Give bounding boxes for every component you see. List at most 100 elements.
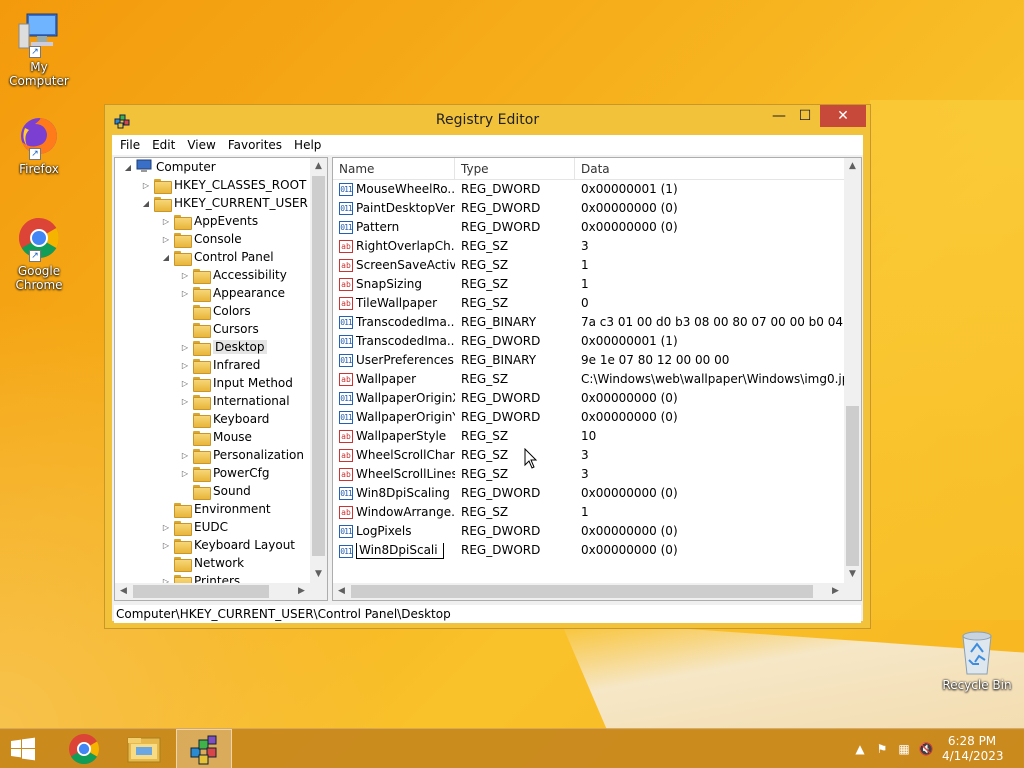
network-icon[interactable]: ▦: [896, 741, 912, 757]
expand-arrow-icon[interactable]: ▷: [180, 379, 190, 388]
table-row[interactable]: 011 LogPixels REG_DWORD 0x00000000 (0): [333, 522, 844, 541]
taskbar-clock[interactable]: 6:28 PM 4/14/2023: [942, 734, 1004, 764]
scroll-thumb[interactable]: [312, 176, 325, 556]
menu-edit[interactable]: Edit: [146, 138, 181, 152]
tree-node[interactable]: Keyboard: [180, 410, 269, 428]
table-row[interactable]: 011 Pattern REG_DWORD 0x00000000 (0): [333, 218, 844, 237]
expand-arrow-icon[interactable]: ▷: [161, 523, 171, 532]
scroll-thumb[interactable]: [846, 406, 859, 566]
expand-arrow-icon[interactable]: ▷: [180, 343, 190, 352]
title-bar[interactable]: Registry Editor — ☐ ✕: [105, 105, 870, 135]
scroll-up-arrow-icon[interactable]: ▲: [310, 158, 327, 175]
collapse-arrow-icon[interactable]: ◢: [141, 199, 151, 208]
scroll-left-arrow-icon[interactable]: ◀: [333, 583, 350, 600]
volume-muted-icon[interactable]: 🔇: [918, 741, 934, 757]
tree-node[interactable]: ▷ PowerCfg: [180, 464, 270, 482]
taskbar-chrome[interactable]: [56, 729, 112, 768]
table-row[interactable]: ab WheelScrollChars REG_SZ 3: [333, 446, 844, 465]
scroll-left-arrow-icon[interactable]: ◀: [115, 583, 132, 600]
table-row[interactable]: 011 PaintDesktopVer... REG_DWORD 0x00000000…: [333, 199, 844, 218]
scroll-down-arrow-icon[interactable]: ▼: [844, 566, 861, 583]
show-hidden-icons-chevron-icon[interactable]: ▲: [852, 741, 868, 757]
table-row[interactable]: ab WindowArrange... REG_SZ 1: [333, 503, 844, 522]
tree-node[interactable]: ▷ Accessibility: [180, 266, 287, 284]
tree-node[interactable]: ▷ Personalization: [180, 446, 304, 464]
scroll-right-arrow-icon[interactable]: ▶: [827, 583, 844, 600]
table-row[interactable]: ab Wallpaper REG_SZ C:\Windows\web\wallpape…: [333, 370, 844, 389]
tree-node[interactable]: ▷ Appearance: [180, 284, 285, 302]
tree-node[interactable]: ▷ Input Method: [180, 374, 293, 392]
tree-node[interactable]: ◢ Computer: [123, 158, 216, 176]
tree-node[interactable]: ▷ Printers: [161, 572, 240, 583]
collapse-arrow-icon[interactable]: ◢: [161, 253, 171, 262]
table-row[interactable]: 011 WallpaperOriginX REG_DWORD 0x00000000 (…: [333, 389, 844, 408]
tree-node[interactable]: ▷ HKEY_CLASSES_ROOT: [141, 176, 306, 194]
column-header-data[interactable]: Data: [575, 158, 846, 180]
expand-arrow-icon[interactable]: ▷: [180, 451, 190, 460]
tree-node[interactable]: Network: [161, 554, 244, 572]
expand-arrow-icon[interactable]: ▷: [180, 289, 190, 298]
table-row[interactable]: 011 TranscodedIma... REG_BINARY 7a c3 01 00…: [333, 313, 844, 332]
action-center-flag-icon[interactable]: ⚑: [874, 741, 890, 757]
expand-arrow-icon[interactable]: ▷: [180, 361, 190, 370]
table-row[interactable]: 011 UserPreferences... REG_BINARY 9e 1e 07 …: [333, 351, 844, 370]
tree-node[interactable]: ▷ EUDC: [161, 518, 228, 536]
table-row[interactable]: 011 Win8DpiScali REG_DWORD 0x00000000 (0): [333, 541, 844, 560]
tree-node[interactable]: Sound: [180, 482, 251, 500]
menu-favorites[interactable]: Favorites: [222, 138, 288, 152]
scroll-thumb[interactable]: [351, 585, 813, 598]
desktop-icon-recycle-bin[interactable]: Recycle Bin: [942, 630, 1012, 692]
key-tree-pane[interactable]: ◢ Computer ▷ HKEY_CLASSES_ROOT ◢ HKEY_CURRENT…: [114, 157, 328, 601]
expand-arrow-icon[interactable]: ▷: [141, 181, 151, 190]
maximize-button[interactable]: ☐: [792, 105, 818, 127]
close-button[interactable]: ✕: [820, 105, 866, 127]
values-list-pane[interactable]: Name Type Data 011 MouseWheelRo... REG_DWO…: [332, 157, 862, 601]
expand-arrow-icon[interactable]: ▷: [161, 217, 171, 226]
scroll-thumb[interactable]: [133, 585, 269, 598]
start-button[interactable]: [9, 737, 37, 761]
tree-node[interactable]: Cursors: [180, 320, 259, 338]
expand-arrow-icon[interactable]: ▷: [161, 541, 171, 550]
desktop-icon-google-chrome[interactable]: ↗ Google Chrome: [0, 214, 78, 292]
tree-node[interactable]: ◢ Control Panel: [161, 248, 274, 266]
list-vertical-scrollbar[interactable]: ▲ ▼: [844, 158, 861, 583]
table-row[interactable]: ab ScreenSaveActive REG_SZ 1: [333, 256, 844, 275]
table-row[interactable]: ab SnapSizing REG_SZ 1: [333, 275, 844, 294]
column-header-type[interactable]: Type: [455, 158, 575, 180]
tree-horizontal-scrollbar[interactable]: ◀ ▶: [115, 583, 310, 600]
tree-node[interactable]: Colors: [180, 302, 251, 320]
scroll-right-arrow-icon[interactable]: ▶: [293, 583, 310, 600]
menu-view[interactable]: View: [181, 138, 221, 152]
tree-node[interactable]: ▷ Console: [161, 230, 242, 248]
rename-value-input[interactable]: Win8DpiScali: [356, 543, 444, 559]
table-row[interactable]: ab TileWallpaper REG_SZ 0: [333, 294, 844, 313]
table-row[interactable]: ab WheelScrollLines REG_SZ 3: [333, 465, 844, 484]
scroll-up-arrow-icon[interactable]: ▲: [844, 158, 861, 175]
tree-node[interactable]: ▷ AppEvents: [161, 212, 258, 230]
table-row[interactable]: ab RightOverlapCh... REG_SZ 3: [333, 237, 844, 256]
taskbar-registry-editor[interactable]: [176, 729, 232, 768]
tree-node[interactable]: ▷ Infrared: [180, 356, 260, 374]
collapse-arrow-icon[interactable]: ◢: [123, 163, 133, 172]
table-row[interactable]: 011 Win8DpiScaling REG_DWORD 0x00000000 (0): [333, 484, 844, 503]
expand-arrow-icon[interactable]: ▷: [180, 397, 190, 406]
desktop-icon-firefox[interactable]: ↗ Firefox: [0, 112, 78, 176]
list-horizontal-scrollbar[interactable]: ◀ ▶: [333, 583, 844, 600]
tree-node[interactable]: ▷ International: [180, 392, 290, 410]
minimize-button[interactable]: —: [766, 105, 792, 127]
tree-node[interactable]: Mouse: [180, 428, 252, 446]
table-row[interactable]: 011 WallpaperOriginY REG_DWORD 0x00000000 (…: [333, 408, 844, 427]
table-row[interactable]: ab WallpaperStyle REG_SZ 10: [333, 427, 844, 446]
tree-node[interactable]: Environment: [161, 500, 271, 518]
tree-node[interactable]: ◢ HKEY_CURRENT_USER: [141, 194, 308, 212]
scroll-down-arrow-icon[interactable]: ▼: [310, 566, 327, 583]
expand-arrow-icon[interactable]: ▷: [180, 469, 190, 478]
expand-arrow-icon[interactable]: ▷: [180, 271, 190, 280]
column-header-name[interactable]: Name: [333, 158, 455, 180]
tree-node[interactable]: ▷ Desktop: [180, 338, 267, 356]
tree-node[interactable]: ▷ Keyboard Layout: [161, 536, 295, 554]
table-row[interactable]: 011 MouseWheelRo... REG_DWORD 0x00000001 (1…: [333, 180, 844, 199]
table-row[interactable]: 011 TranscodedIma... REG_DWORD 0x00000001 (…: [333, 332, 844, 351]
expand-arrow-icon[interactable]: ▷: [161, 235, 171, 244]
menu-file[interactable]: File: [114, 138, 146, 152]
